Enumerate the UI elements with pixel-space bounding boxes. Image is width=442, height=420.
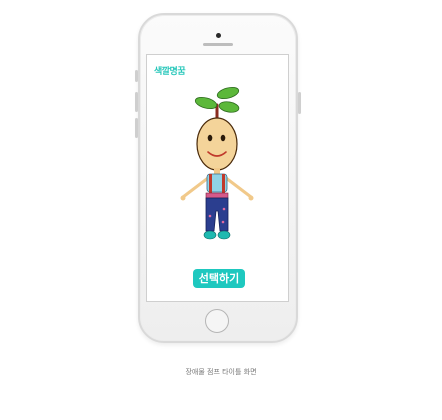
app-logo: 색깔명꿈 — [154, 67, 186, 77]
right-eye — [220, 134, 226, 142]
right-leaf-bottom — [218, 101, 240, 113]
left-shoe — [203, 230, 217, 240]
front-camera — [216, 33, 221, 38]
character-head — [196, 117, 238, 171]
heart-patch — [222, 207, 226, 211]
phone-volume-down-button — [135, 118, 138, 138]
left-leaf — [194, 96, 218, 110]
earpiece-speaker — [203, 43, 233, 46]
right-strap — [222, 174, 225, 196]
screen-caption: 장애물 점프 타이틀 화면 — [185, 368, 257, 376]
heart-patch — [221, 220, 225, 224]
neck — [214, 168, 220, 174]
app-screen: 색깔명꿈 선택하기 — [146, 54, 289, 302]
right-arm — [224, 176, 253, 199]
right-shoe — [217, 230, 231, 240]
heart-patch — [208, 214, 212, 218]
phone-side-button — [135, 70, 138, 82]
select-button[interactable]: 선택하기 — [193, 269, 245, 288]
left-eye — [207, 134, 213, 142]
belt — [205, 192, 229, 199]
right-hand — [248, 195, 254, 201]
phone-volume-up-button — [135, 92, 138, 112]
left-arm — [181, 176, 210, 199]
left-strap — [209, 174, 212, 196]
jeans — [205, 197, 229, 232]
home-button[interactable] — [205, 309, 229, 333]
character-illustration — [180, 86, 254, 240]
right-leaf-top — [216, 86, 240, 100]
phone-power-button — [298, 92, 301, 114]
left-hand — [180, 195, 186, 201]
